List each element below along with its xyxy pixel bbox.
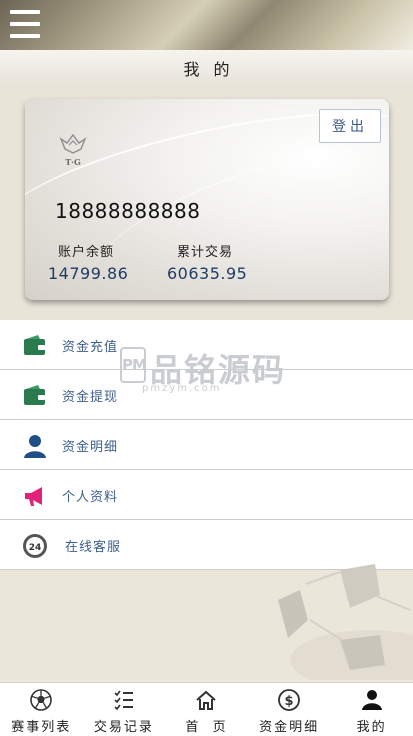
megaphone-icon xyxy=(22,483,48,509)
hamburger-menu-icon[interactable] xyxy=(10,10,40,38)
svg-text:24: 24 xyxy=(29,543,42,553)
account-card: 登出 T·G 18888888888 账户余额 累计交易 14799.86 60… xyxy=(25,99,389,300)
tab-label: 首 页 xyxy=(185,720,228,735)
person-icon xyxy=(361,689,383,711)
checklist-icon xyxy=(113,689,135,711)
balance-value: 14799.86 xyxy=(48,264,129,283)
wallet-icon xyxy=(22,333,48,359)
menu-item-label: 资金充值 xyxy=(62,340,119,355)
menu-item-label: 资金明细 xyxy=(62,440,119,455)
logout-button[interactable]: 登出 xyxy=(319,109,381,143)
total-value: 60635.95 xyxy=(167,264,248,283)
tab-home[interactable]: 首 页 xyxy=(165,683,248,736)
tg-logo-icon: T·G xyxy=(57,133,89,169)
user-icon xyxy=(22,433,48,459)
menu-item-profile[interactable]: 个人资料 xyxy=(0,470,413,520)
tab-fund-details[interactable]: $ 资金明细 xyxy=(248,683,331,736)
top-banner xyxy=(0,0,413,50)
account-phone: 18888888888 xyxy=(55,199,201,223)
menu-item-label: 资金提现 xyxy=(62,390,119,405)
page-header: 我的 xyxy=(0,50,413,86)
tab-label: 赛事列表 xyxy=(11,720,72,735)
account-menu: 资金充值 资金提现 资金明细 个人资料 24 在线客服 xyxy=(0,320,413,570)
tab-label: 交易记录 xyxy=(93,720,154,735)
menu-item-fund-details[interactable]: 资金明细 xyxy=(0,420,413,470)
tab-label: 资金明细 xyxy=(259,720,320,735)
menu-item-recharge[interactable]: 资金充值 xyxy=(0,320,413,370)
tab-trade-records[interactable]: 交易记录 xyxy=(83,683,166,736)
balance-label: 账户余额 xyxy=(58,245,115,260)
tab-match-list[interactable]: 赛事列表 xyxy=(0,683,83,736)
total-label: 累计交易 xyxy=(177,245,234,260)
tab-mine[interactable]: 我的 xyxy=(330,683,413,736)
svg-text:T·G: T·G xyxy=(65,157,81,167)
tab-label: 我的 xyxy=(356,720,387,735)
svg-text:$: $ xyxy=(285,694,294,709)
soccer-ball-icon xyxy=(30,689,53,711)
menu-item-label: 在线客服 xyxy=(65,540,122,555)
home-icon xyxy=(195,689,217,711)
menu-item-label: 个人资料 xyxy=(62,490,119,505)
page-title: 我的 xyxy=(183,60,244,79)
soccer-ball-decoration xyxy=(270,560,413,690)
24h-service-icon: 24 xyxy=(22,533,48,559)
bottom-tabbar: 赛事列表 交易记录 首 页 $ 资金明细 我的 xyxy=(0,682,413,736)
menu-item-withdraw[interactable]: 资金提现 xyxy=(0,370,413,420)
dollar-icon: $ xyxy=(278,689,300,711)
wallet-icon xyxy=(22,383,48,409)
card-area: 登出 T·G 18888888888 账户余额 累计交易 14799.86 60… xyxy=(0,86,413,320)
